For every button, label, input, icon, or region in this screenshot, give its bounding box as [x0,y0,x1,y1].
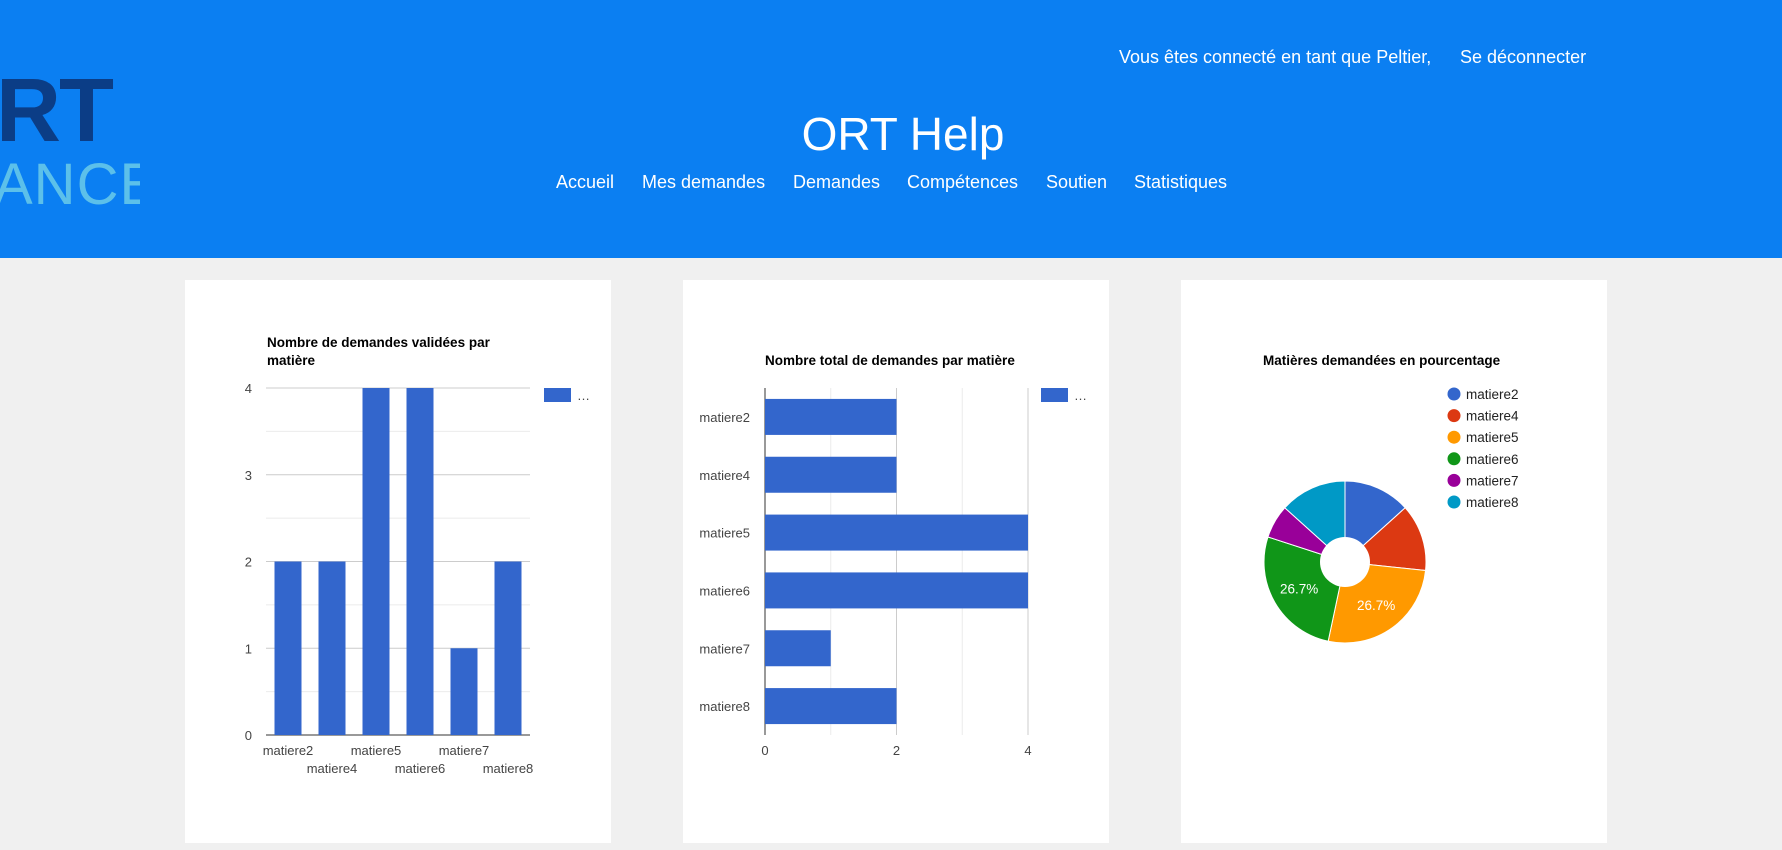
bar-matiere6[interactable] [406,388,434,735]
x-tick-label: matiere2 [263,743,314,758]
bar-matiere2[interactable] [765,398,897,435]
legend-label[interactable]: matiere5 [1466,430,1519,445]
y-tick-label: 4 [245,381,252,396]
validated-bar-chart: Nombre de demandes validées par matière … [245,335,590,776]
y-tick-label: matiere4 [699,468,750,483]
logout-link[interactable]: Se déconnecter [1460,47,1586,68]
main-nav: Accueil Mes demandes Demandes Compétence… [0,172,1782,196]
bar-matiere6[interactable] [765,572,1028,609]
nav-statistiques[interactable]: Statistiques [1134,172,1227,193]
bar-matiere7[interactable] [450,648,478,735]
donut-hole [1320,537,1370,587]
legend-swatch [1041,388,1068,402]
legend-label[interactable]: matiere4 [1466,409,1519,424]
percentage-pie-chart: Matières demandées en pourcentage 26.7% 2… [1263,353,1519,644]
bar-matiere5[interactable] [765,514,1028,551]
y-tick-label: matiere8 [699,699,750,714]
y-tick-label: 2 [245,555,252,570]
y-tick-label: matiere2 [699,410,750,425]
header: RT ANCE Vous êtes connecté en tant que P… [0,0,1782,258]
legend-swatch [1447,387,1461,401]
bar-matiere7[interactable] [765,630,831,667]
y-tick-label: matiere7 [699,641,750,656]
x-tick-label: 4 [1024,743,1031,758]
chart-title-line-2: matière [267,353,316,368]
x-tick-label: matiere5 [351,743,402,758]
bar-matiere4[interactable] [765,456,897,493]
chart-title: Matières demandées en pourcentage [1263,353,1501,368]
legend-swatch [1447,430,1461,444]
legend-swatch [1447,409,1461,423]
legend-label[interactable]: … [1074,388,1087,403]
bar-matiere5[interactable] [362,388,390,735]
y-tick-label: 1 [245,641,252,656]
legend-label[interactable]: matiere7 [1466,473,1519,488]
x-tick-label: matiere8 [483,761,534,776]
y-tick-label: matiere6 [699,583,750,598]
legend-swatch [1447,473,1461,487]
legend-label[interactable]: matiere6 [1466,452,1519,467]
nav-competences[interactable]: Compétences [907,172,1018,193]
chart-card-percentage: Matières demandées en pourcentage 26.7% 2… [1181,280,1607,843]
chart-card-total: Nombre total de demandes par matière mat… [683,280,1109,843]
legend-swatch [544,388,571,402]
nav-demandes[interactable]: Demandes [793,172,880,193]
chart-card-validated: Nombre de demandes validées par matière … [185,280,611,843]
total-bar-chart: Nombre total de demandes par matière mat… [699,353,1087,758]
x-tick-label: 2 [893,743,900,758]
y-tick-label: matiere5 [699,526,750,541]
chart-title: Nombre total de demandes par matière [765,353,1015,368]
pie-slice-label: 26.7% [1280,582,1318,597]
legend-swatch [1447,495,1461,509]
bar-matiere8[interactable] [494,561,522,736]
site-title: ORT Help [801,108,1005,160]
legend-label[interactable]: matiere8 [1466,495,1519,510]
bar-matiere4[interactable] [318,561,346,736]
bar-matiere8[interactable] [765,688,897,725]
legend-swatch [1447,452,1461,466]
x-tick-label: 0 [761,743,768,758]
chart-title-line-1: Nombre de demandes validées par [267,335,491,350]
y-tick-label: 0 [245,728,252,743]
legend-label[interactable]: matiere2 [1466,387,1519,402]
y-tick-label: 3 [245,468,252,483]
nav-accueil[interactable]: Accueil [556,172,614,193]
nav-soutien[interactable]: Soutien [1046,172,1107,193]
bar-matiere2[interactable] [274,561,302,736]
x-tick-label: matiere7 [439,743,490,758]
x-tick-label: matiere6 [395,761,446,776]
logged-in-user-text: Vous êtes connecté en tant que Peltier, [1119,47,1432,67]
nav-mes-demandes[interactable]: Mes demandes [642,172,765,193]
x-tick-label: matiere4 [307,761,358,776]
legend-label[interactable]: … [577,388,590,403]
pie-slice-label: 26.7% [1357,598,1395,613]
